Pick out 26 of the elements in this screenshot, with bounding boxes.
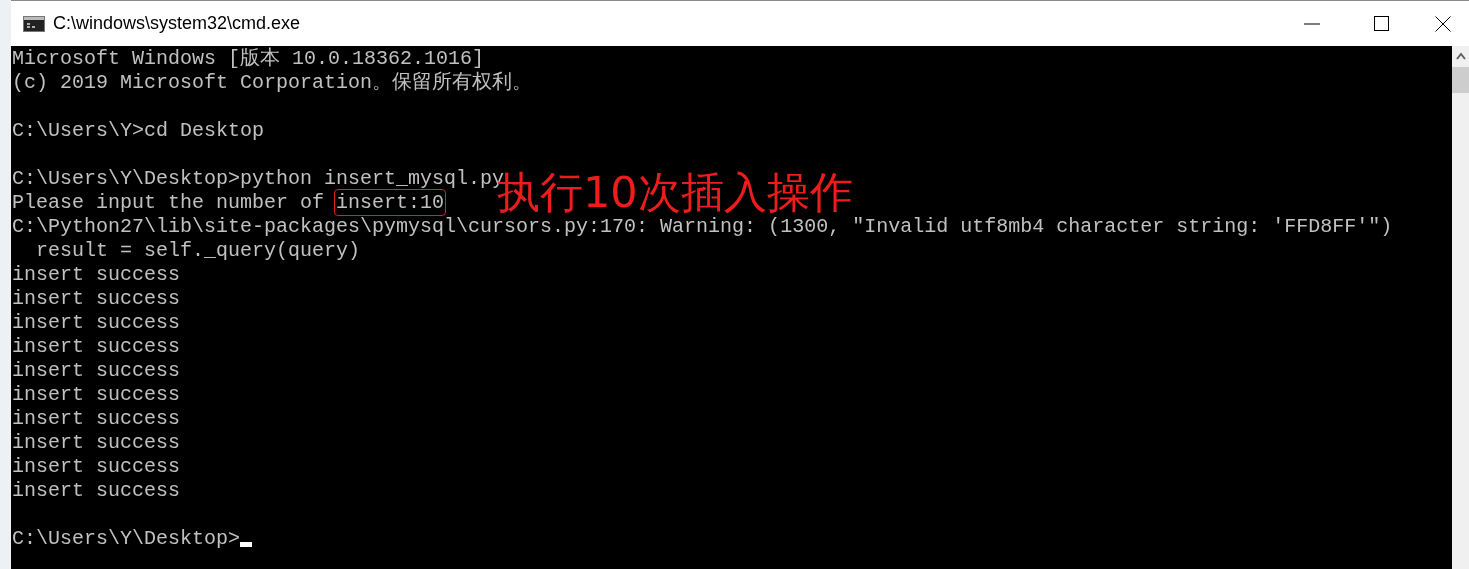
console-line: C:\Users\Y\Desktop> <box>12 527 241 550</box>
highlighted-text: insert:10 <box>336 191 445 214</box>
console-line: insert success <box>12 311 181 334</box>
maximize-icon <box>1374 15 1390 32</box>
scrollbar[interactable] <box>1452 46 1469 569</box>
scrollbar-thumb[interactable] <box>1452 67 1469 93</box>
console-line: insert success <box>12 287 181 310</box>
scroll-up-icon[interactable] <box>1455 52 1466 60</box>
console-line: result = self._query(query) <box>35 239 361 262</box>
console-line: insert success <box>12 455 181 478</box>
console-line: insert success <box>12 359 181 382</box>
window-title: C:\windows\system32\cmd.exe <box>53 13 301 34</box>
console-line: (c) 2019 Microsoft Corporation。保留所有权利。 <box>12 71 533 94</box>
console-line: C:\Users\Y>cd Desktop <box>12 119 265 142</box>
close-icon <box>1435 15 1451 32</box>
console-line: Microsoft Windows [版本 10.0.18362.1016] <box>12 47 485 70</box>
console-line: insert success <box>12 431 181 454</box>
console-line: Please input the number of <box>12 191 326 214</box>
console-line: insert success <box>12 335 181 358</box>
console-line: insert success <box>12 407 181 430</box>
console-line: C:\Python27\lib\site-packages\pymysql\cursors.py:170: Warning: (1300, ″Invalid utf8mb4 character string: 'FFD8FF'″) <box>12 215 1393 238</box>
console-line: insert success <box>12 263 181 286</box>
console-icon <box>23 15 45 32</box>
minimize-icon <box>1304 22 1320 25</box>
console-line: insert success <box>12 479 181 502</box>
console-line: insert success <box>12 383 181 406</box>
